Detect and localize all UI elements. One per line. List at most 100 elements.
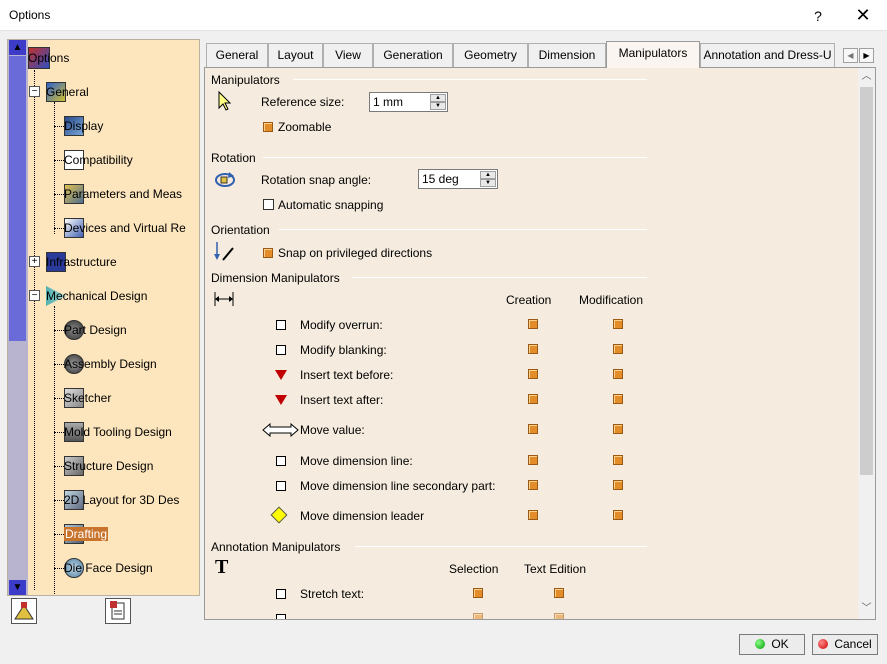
tree-item-devices[interactable]: Devices and Virtual Re [64,216,186,240]
tree-item-die-face[interactable]: Die Face Design [64,556,153,580]
automatic-snapping-checkbox[interactable] [263,199,274,210]
text-edition-checkbox[interactable] [554,613,564,619]
tree-item-2d-layout[interactable]: 2D Layout for 3D Des [64,488,179,512]
tree-scroll-thumb[interactable] [9,56,26,341]
tree-connector [54,500,64,501]
panel-scrollbar[interactable]: ︿ ﹀ [858,68,875,619]
window-title: Options [9,8,51,22]
tree-item-label: Part Design [64,323,127,337]
tree-connector [54,228,64,229]
text-edition-checkbox[interactable] [554,588,564,598]
collapse-mechanical-icon[interactable]: − [29,290,40,301]
reference-size-spinner[interactable]: 1 mm ▲ ▼ [369,92,448,112]
tree-item-compatibility[interactable]: Compatibility [64,148,133,172]
section-divider [293,79,647,80]
creation-checkbox[interactable] [528,369,538,379]
tab-generation[interactable]: Generation [373,43,453,67]
reset-options-button[interactable] [11,598,37,624]
tree-item-label: Sketcher [64,391,112,405]
dim-row-label: Insert text after: [300,393,384,407]
tree-item-parameters[interactable]: Parameters and Meas [64,182,182,206]
creation-checkbox[interactable] [528,455,538,465]
tab-view[interactable]: View [323,43,373,67]
selection-checkbox[interactable] [473,588,483,598]
tree-item-options[interactable]: Options [28,46,69,70]
column-creation: Creation [506,293,552,307]
close-button[interactable]: ✕ [848,4,878,26]
tab-annotation-dress-up[interactable]: Annotation and Dress-U [700,43,835,67]
reference-size-value: 1 mm [373,95,403,109]
tree-item-structure-design[interactable]: Structure Design [64,454,153,478]
creation-checkbox[interactable] [528,510,538,520]
spin-up-icon[interactable]: ▲ [430,94,446,102]
collapse-general-icon[interactable]: − [29,86,40,97]
snap-privileged-checkbox[interactable] [263,248,273,258]
tree-item-general[interactable]: General [46,80,89,104]
export-options-button[interactable] [105,598,131,624]
creation-checkbox[interactable] [528,480,538,490]
tree-connector [54,568,64,569]
creation-checkbox[interactable] [528,394,538,404]
creation-checkbox[interactable] [528,424,538,434]
modification-checkbox[interactable] [613,424,623,434]
dim-row-label: Modify blanking: [300,343,387,357]
tab-dimension[interactable]: Dimension [528,43,606,67]
modification-checkbox[interactable] [613,394,623,404]
modification-checkbox[interactable] [613,510,623,520]
scroll-up-icon[interactable]: ︿ [858,68,875,85]
tab-geometry[interactable]: Geometry [453,43,528,67]
section-divider [279,229,647,230]
tab-manipulators[interactable]: Manipulators [606,41,700,68]
spin-down-icon[interactable]: ▼ [480,179,496,187]
pointer-icon [218,90,232,111]
help-button[interactable]: ? [806,5,830,27]
cancel-icon [818,639,829,649]
selection-checkbox[interactable] [473,613,483,619]
modification-checkbox[interactable] [613,344,623,354]
panel-scroll-thumb[interactable] [860,87,873,475]
tab-general[interactable]: General [206,43,268,67]
creation-checkbox[interactable] [528,319,538,329]
tab-layout[interactable]: Layout [268,43,323,67]
scroll-down-icon[interactable]: ﹀ [858,600,875,617]
manipulators-panel: Manipulators Reference size: 1 mm ▲ ▼ Zoo… [204,67,876,620]
tree-item-label: Mechanical Design [46,289,148,303]
tree-item-label: Die Face Design [64,561,153,575]
tree-item-mold-tooling[interactable]: Mold Tooling Design [64,420,172,444]
tree-connector [54,364,64,365]
scroll-down-icon[interactable]: ▼ [9,580,26,595]
scroll-up-icon[interactable]: ▲ [9,40,26,55]
spin-down-icon[interactable]: ▼ [430,102,446,110]
tree-item-drafting[interactable]: Drafting [64,522,109,546]
modification-checkbox[interactable] [613,455,623,465]
modification-checkbox[interactable] [613,369,623,379]
modification-checkbox[interactable] [613,480,623,490]
modification-checkbox[interactable] [613,319,623,329]
tree-connector [54,534,64,535]
tree-item-assembly-design[interactable]: Assembly Design [64,352,157,376]
section-divider [355,546,647,547]
zoomable-checkbox[interactable] [263,122,273,132]
tree-item-sketcher[interactable]: Sketcher [64,386,111,410]
spin-up-icon[interactable]: ▲ [480,171,496,179]
tree-connector [54,194,64,195]
dim-row-label: Modify overrun: [300,318,383,332]
text-icon: T [215,556,229,578]
tab-scroll-right-icon[interactable]: ▶ [859,48,874,63]
tree-scrollbar[interactable]: ▲ ▼ [8,40,28,595]
rotation-snap-angle-value: 15 deg [422,172,459,186]
tab-scroll-left-icon[interactable]: ◀ [843,48,858,63]
expand-infrastructure-icon[interactable]: + [29,256,40,267]
rotation-snap-angle-spinner[interactable]: 15 deg ▲ ▼ [418,169,498,189]
square-symbol-icon [276,614,286,619]
automatic-snapping-label: Automatic snapping [278,198,384,212]
cancel-button[interactable]: Cancel [812,634,878,655]
dim-row-label: Move dimension line: [300,454,413,468]
creation-checkbox[interactable] [528,344,538,354]
tree-item-infrastructure[interactable]: Infrastructure [46,250,117,274]
tree-item-part-design[interactable]: Part Design [64,318,127,342]
ok-button[interactable]: OK [739,634,805,655]
tree-item-mechanical-design[interactable]: Mechanical Design [46,284,147,308]
dim-row-label: Move dimension line secondary part: [300,479,496,493]
tree-item-display[interactable]: Display [64,114,103,138]
